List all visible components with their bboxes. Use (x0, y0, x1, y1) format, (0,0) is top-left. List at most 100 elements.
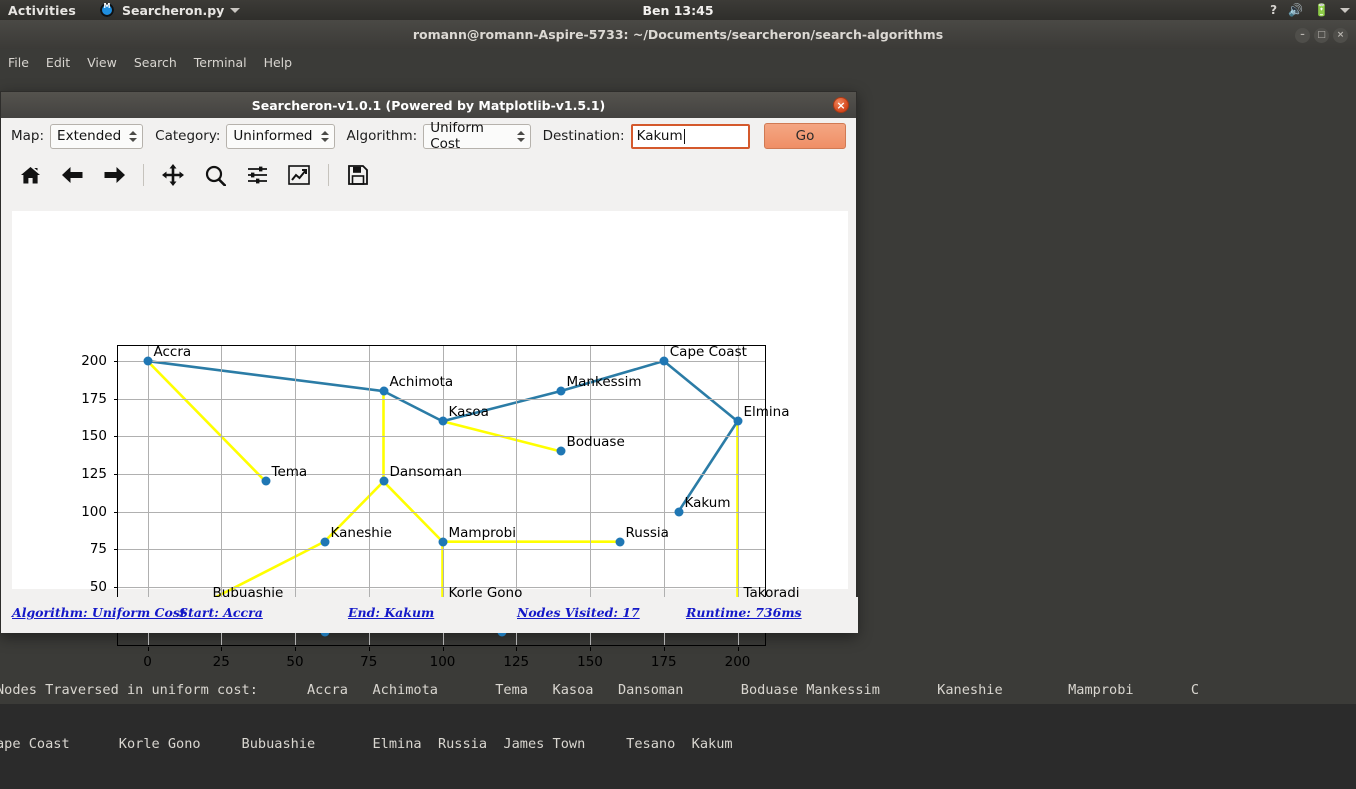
graph-node[interactable] (659, 356, 669, 366)
menu-help[interactable]: Help (264, 55, 293, 70)
graph-node[interactable] (438, 416, 447, 426)
help-icon[interactable]: ? (1270, 4, 1277, 16)
graph-node-label: Tema (271, 464, 308, 481)
go-button[interactable]: Go (763, 123, 846, 149)
battery-icon[interactable]: 🔋 (1314, 4, 1329, 16)
pan-move-icon[interactable] (160, 162, 186, 188)
x-tick (516, 647, 518, 651)
clock-label[interactable]: Ben 13:45 (0, 3, 1356, 18)
matplotlib-toolbar (1, 154, 856, 196)
x-tick (295, 647, 296, 651)
close-button[interactable]: × (1333, 28, 1348, 43)
y-tick (114, 361, 118, 363)
x-tick (221, 647, 223, 651)
maximize-button[interactable]: □ (1314, 28, 1329, 43)
spinner-arrows-icon[interactable] (129, 130, 139, 142)
y-tick (114, 398, 118, 400)
spinner-arrows-icon[interactable] (516, 130, 527, 142)
x-tick-label: 50 (286, 654, 304, 670)
menu-terminal[interactable]: Terminal (194, 55, 247, 70)
menu-search[interactable]: Search (134, 55, 177, 70)
terminal-menubar: File Edit View Search Terminal Help (0, 49, 1356, 75)
status-end: End: Kakum (348, 605, 435, 620)
spinner-arrows-icon[interactable] (320, 130, 331, 142)
graph-node[interactable] (261, 476, 270, 486)
y-tick-label: 50 (89, 578, 107, 595)
algorithm-select-value: Uniform Cost (430, 120, 484, 152)
x-tick-label: 0 (143, 654, 152, 670)
destination-label: Destination: (542, 128, 625, 144)
graph-edge (147, 359, 384, 393)
volume-icon[interactable]: 🔊 (1288, 4, 1303, 16)
y-tick (114, 511, 118, 513)
y-tick-label: 100 (81, 503, 107, 520)
x-tick (147, 647, 149, 651)
category-select[interactable]: Uninformed (226, 123, 335, 149)
x-tick-label: 125 (503, 654, 530, 670)
category-select-value: Uninformed (233, 128, 313, 144)
menu-edit[interactable]: Edit (46, 55, 70, 70)
graph-edge (382, 389, 444, 423)
app-title-text: Searcheron-v1.0.1 (Powered by Matplotlib… (251, 97, 606, 113)
x-tick-label: 100 (429, 654, 456, 670)
algorithm-label: Algorithm: (346, 128, 418, 144)
x-tick (590, 647, 591, 651)
terminal-output-line: Nodes Traversed in uniform cost: Accra A… (0, 682, 1200, 698)
zoom-magnifier-icon[interactable] (202, 162, 228, 188)
menu-view[interactable]: View (87, 55, 117, 70)
map-select[interactable]: Extended (50, 123, 144, 149)
x-tick (663, 647, 665, 651)
x-tick-label: 150 (577, 654, 603, 670)
y-tick (114, 436, 118, 438)
graph-node-label: Cape Coast (669, 344, 747, 361)
grid-line-horizontal (118, 549, 765, 551)
graph-node[interactable] (143, 356, 152, 366)
terminal-titlebar: romann@romann-Aspire-5733: ~/Documents/s… (0, 20, 1356, 49)
back-arrow-icon[interactable] (59, 162, 85, 188)
graph-node[interactable] (733, 416, 742, 426)
status-algorithm: Algorithm: Uniform Cost (12, 605, 186, 620)
searcheron-window: Searcheron-v1.0.1 (Powered by Matplotlib… (0, 91, 858, 670)
graph-node-label: Boduase (566, 434, 625, 451)
destination-input[interactable]: Kakum (630, 123, 750, 149)
destination-input-value: Kakum (636, 128, 683, 144)
status-visited: Nodes Visited: 17 (517, 605, 640, 620)
graph-node[interactable] (438, 537, 447, 547)
graph-node[interactable] (615, 537, 624, 547)
y-tick-label: 200 (81, 353, 107, 370)
graph-node-label: Elmina (743, 404, 790, 421)
graph-node[interactable] (674, 507, 683, 517)
graph-node[interactable] (379, 386, 388, 396)
graph-node[interactable] (320, 537, 329, 547)
x-tick-label: 200 (724, 654, 751, 670)
configure-subplots-icon[interactable] (244, 162, 270, 188)
edit-axis-icon[interactable] (286, 162, 312, 188)
x-tick (737, 647, 739, 651)
graph-node[interactable] (379, 476, 388, 486)
menu-file[interactable]: File (8, 55, 29, 70)
plot-canvas[interactable]: 0255075100125150175200255075100125150175… (12, 211, 848, 670)
graph-node-label: Mamprobi (448, 524, 516, 541)
chevron-down-icon[interactable] (1340, 7, 1350, 13)
status-bar: Algorithm: Uniform Cost Start: Accra End… (1, 597, 858, 633)
save-floppy-icon[interactable] (345, 162, 371, 188)
graph-node-label: Russia (625, 524, 669, 541)
x-tick-label: 75 (360, 654, 378, 670)
graph-node[interactable] (556, 386, 565, 396)
graph-node[interactable] (556, 446, 565, 456)
app-close-button[interactable]: × (833, 97, 849, 113)
y-tick-label: 75 (89, 541, 107, 558)
grid-line-horizontal (118, 398, 765, 400)
home-icon[interactable] (17, 162, 43, 188)
terminal-title-text: romann@romann-Aspire-5733: ~/Documents/s… (412, 27, 944, 42)
grid-line-horizontal (118, 511, 765, 513)
status-start: Start: Accra (179, 605, 263, 620)
y-tick-label: 175 (81, 390, 107, 407)
minimize-button[interactable]: – (1295, 28, 1310, 43)
graph-edge (662, 360, 739, 423)
algorithm-select[interactable]: Uniform Cost (423, 120, 531, 152)
terminal-window-buttons[interactable]: – □ × (1295, 28, 1348, 43)
forward-arrow-icon[interactable] (101, 162, 127, 188)
graph-node-label: Dansoman (389, 464, 463, 481)
app-titlebar: Searcheron-v1.0.1 (Powered by Matplotlib… (1, 92, 856, 118)
